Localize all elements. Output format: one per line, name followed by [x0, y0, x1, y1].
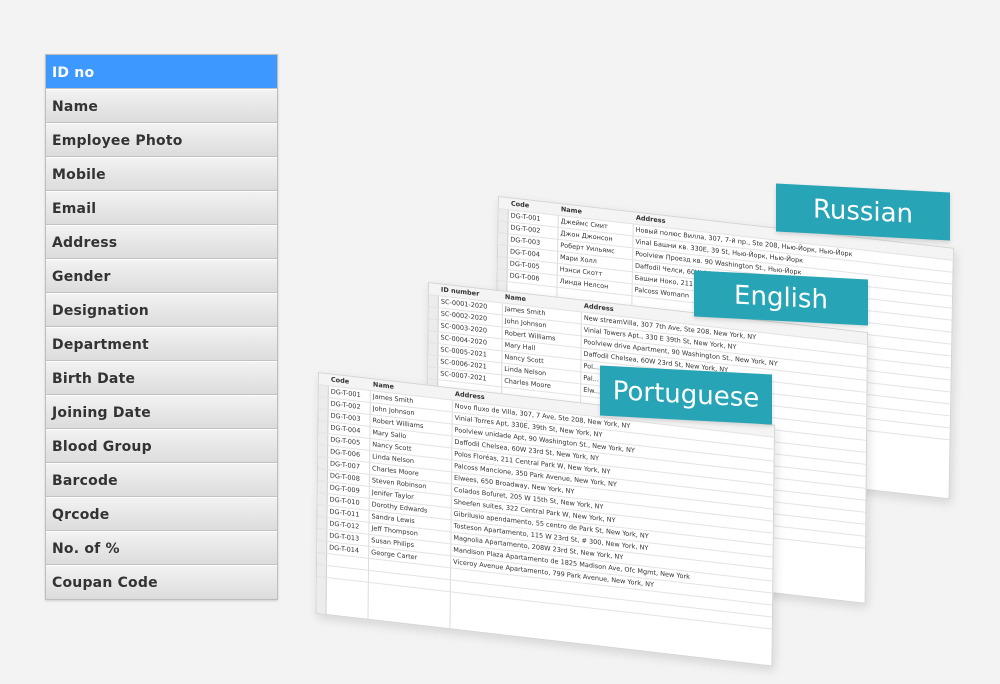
- field-item[interactable]: Address: [46, 225, 277, 259]
- label-russian: Russian: [776, 183, 950, 241]
- field-item[interactable]: Email: [46, 191, 277, 225]
- field-item[interactable]: No. of %: [46, 531, 277, 565]
- field-item[interactable]: Qrcode: [46, 497, 277, 531]
- field-item[interactable]: ID no: [46, 55, 277, 89]
- label-english: English: [694, 270, 868, 326]
- field-list: ID no Name Employee Photo Mobile Email Addres…: [45, 54, 278, 600]
- field-item[interactable]: Employee Photo: [46, 123, 277, 157]
- field-item[interactable]: Barcode: [46, 463, 277, 497]
- field-item[interactable]: Gender: [46, 259, 277, 293]
- field-item[interactable]: Mobile: [46, 157, 277, 191]
- field-item[interactable]: Designation: [46, 293, 277, 327]
- field-item[interactable]: Coupan Code: [46, 565, 277, 599]
- field-item[interactable]: Birth Date: [46, 361, 277, 395]
- field-item[interactable]: Department: [46, 327, 277, 361]
- label-portuguese: Portuguese: [600, 365, 772, 425]
- field-item[interactable]: Blood Group: [46, 429, 277, 463]
- field-item[interactable]: Joining Date: [46, 395, 277, 429]
- field-item[interactable]: Name: [46, 89, 277, 123]
